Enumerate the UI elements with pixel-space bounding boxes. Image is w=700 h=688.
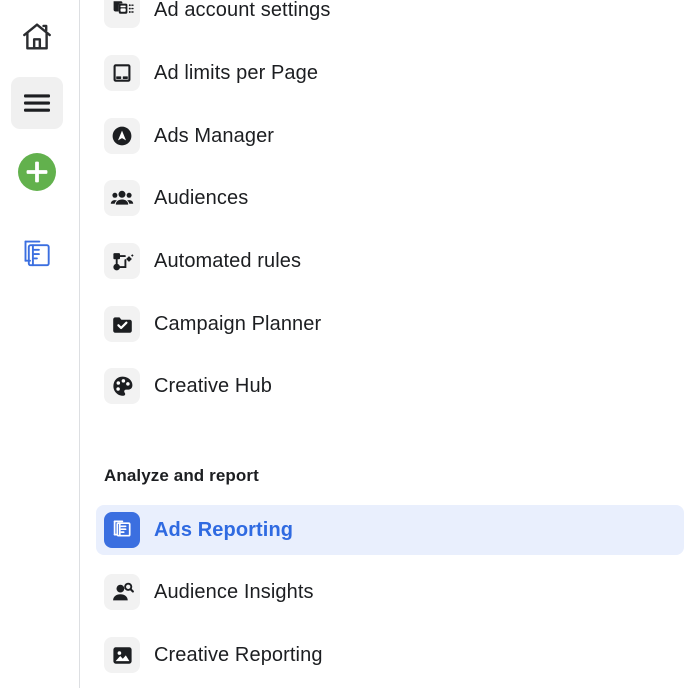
creative-hub-icon <box>104 368 140 404</box>
ads-reporting-icon <box>104 512 140 548</box>
rail-item-create[interactable] <box>11 146 63 198</box>
menu-item-ads-reporting[interactable]: Ads Reporting <box>96 505 684 555</box>
menu-item-campaign-planner[interactable]: Campaign Planner <box>96 299 684 349</box>
rail-item-home[interactable] <box>11 11 63 63</box>
creative-reporting-icon <box>104 637 140 673</box>
menu-item-creative-reporting[interactable]: Creative Reporting <box>96 630 684 680</box>
reports-stacked-documents-icon <box>18 235 56 273</box>
menu-item-label: Ad limits per Page <box>154 61 318 85</box>
menu-item-label: Audiences <box>154 186 248 210</box>
automated-rules-icon <box>104 243 140 279</box>
menu-item-label: Creative Hub <box>154 374 272 398</box>
rail-item-menu[interactable] <box>11 77 63 129</box>
menu-item-automated-rules[interactable]: Automated rules <box>96 236 684 286</box>
rail-item-reports[interactable] <box>11 228 63 280</box>
campaign-planner-icon <box>104 306 140 342</box>
ad-limits-per-page-icon <box>104 55 140 91</box>
menu-item-label: Audience Insights <box>154 580 314 604</box>
ads-manager-icon <box>104 118 140 154</box>
audience-insights-icon <box>104 574 140 610</box>
menu-item-label: Creative Reporting <box>154 643 323 667</box>
menu-item-label: Ads Reporting <box>154 518 293 542</box>
menu-item-audiences[interactable]: Audiences <box>96 173 684 223</box>
left-rail <box>0 0 80 688</box>
menu-item-ads-manager[interactable]: Ads Manager <box>96 111 684 161</box>
section-heading-analyze-and-report: Analyze and report <box>104 466 259 486</box>
menu-item-creative-hub[interactable]: Creative Hub <box>96 361 684 411</box>
menu-item-ad-limits-per-page[interactable]: Ad limits per Page <box>96 48 684 98</box>
menu-item-label: Ads Manager <box>154 124 274 148</box>
menu-item-label: Campaign Planner <box>154 312 321 336</box>
menu-item-ad-account-settings[interactable]: Ad account settings <box>96 0 684 35</box>
menu-item-label: Automated rules <box>154 249 301 273</box>
menu-item-label: Ad account settings <box>154 0 330 22</box>
menu-item-audience-insights[interactable]: Audience Insights <box>96 567 684 617</box>
navigation-menu-panel: Ad account settings Ad limits per Page A… <box>80 0 700 688</box>
home-icon <box>20 20 54 54</box>
hamburger-menu-icon <box>22 91 52 115</box>
plus-circle-icon <box>17 152 57 192</box>
audiences-icon <box>104 180 140 216</box>
ad-account-settings-icon <box>104 0 140 28</box>
